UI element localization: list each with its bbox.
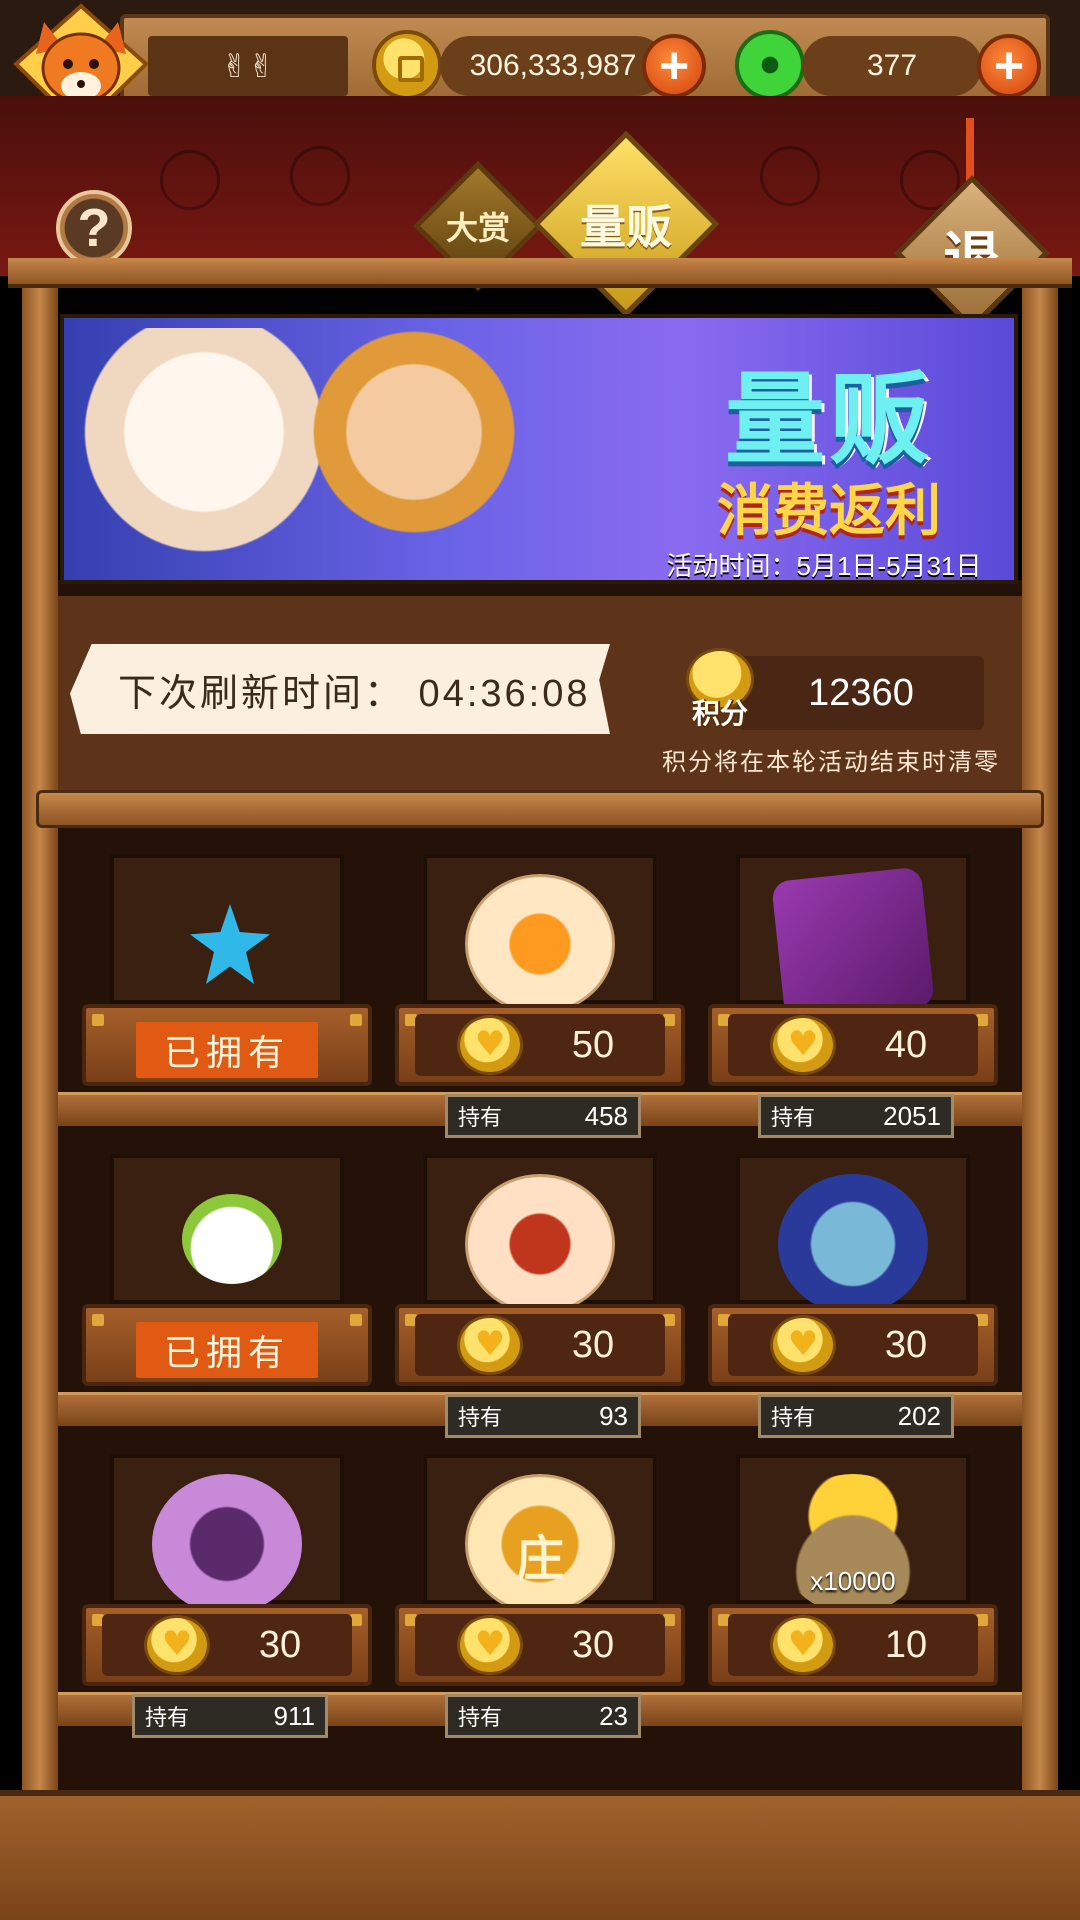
- awning-swirl: [160, 150, 220, 210]
- stock-tag: 持有 911: [132, 1694, 328, 1738]
- points-value: 12360: [738, 656, 984, 730]
- shop-item[interactable]: 30 持有 202: [708, 1154, 998, 1438]
- stock-tag: 持有 458: [445, 1094, 641, 1138]
- jade-gem-icon: [735, 30, 805, 100]
- cabinet-post-right: [1022, 288, 1058, 1818]
- bag-quantity: x10000: [810, 1566, 896, 1596]
- tab-dashang-label: 大赏: [445, 209, 511, 246]
- awning-swirl: [760, 146, 820, 206]
- banner-title: 量贩: [725, 364, 933, 476]
- blue-cube-icon: [778, 1174, 928, 1314]
- points-note: 积分将在本轮活动结束时清零: [662, 749, 1000, 776]
- item-price: 40: [884, 1023, 928, 1066]
- gem-amount: 377: [802, 36, 982, 96]
- banner-warrior-character: [304, 328, 524, 580]
- stock-label: 持有: [458, 1405, 503, 1430]
- stock-tag: 持有 2051: [758, 1094, 954, 1138]
- heart-coin-icon: [457, 1615, 523, 1675]
- banner-date: 活动时间：5月1日-5月31日: [666, 551, 982, 581]
- purple-dice-icon: [771, 866, 935, 1022]
- player-name: ✌✌: [148, 36, 348, 96]
- price-row: 30: [728, 1314, 978, 1376]
- heart-coin-icon: [770, 1615, 836, 1675]
- price-row: 30: [102, 1614, 352, 1676]
- stock-count: 23: [599, 1700, 628, 1731]
- heart-coin-icon: [144, 1615, 210, 1675]
- stock-tag: 持有 202: [758, 1394, 954, 1438]
- fire-rune-icon: [465, 874, 615, 1014]
- item-price: 30: [258, 1623, 302, 1666]
- points-label: 积分: [691, 698, 748, 729]
- refresh-timer: 下次刷新时间： 04:36:08: [70, 644, 610, 734]
- cabinet-base: [0, 1790, 1080, 1920]
- banner-girl-character: [84, 328, 324, 580]
- shop-item[interactable]: 庄 30 持有 23: [395, 1454, 685, 1738]
- coin-amount: 306,333,987: [440, 36, 666, 96]
- shop-item[interactable]: x10000 10: [708, 1454, 998, 1694]
- coin-icon: [372, 30, 442, 100]
- stock-label: 持有: [771, 1105, 816, 1130]
- stock-tag: 持有 93: [445, 1394, 641, 1438]
- stock-tag: 持有 23: [445, 1694, 641, 1738]
- price-row: 10: [728, 1614, 978, 1676]
- badge-glyph: 庄: [515, 1533, 564, 1586]
- mask-orb-icon: [152, 1474, 302, 1614]
- shop-item[interactable]: 已拥有: [82, 854, 372, 1094]
- cabinet-top-beam: [8, 258, 1072, 288]
- stock-label: 持有: [458, 1705, 503, 1730]
- item-price: 30: [884, 1323, 928, 1366]
- heart-coin-icon: [457, 1015, 523, 1075]
- price-row: 50: [415, 1014, 665, 1076]
- stock-count: 458: [584, 1100, 628, 1131]
- points-badge: 积分: [672, 648, 768, 736]
- price-row: 30: [415, 1314, 665, 1376]
- stock-label: 持有: [458, 1105, 503, 1130]
- stock-count: 202: [897, 1400, 941, 1431]
- item-price: 30: [571, 1323, 615, 1366]
- leaf-cat-icon: [182, 1194, 282, 1284]
- stock-label: 持有: [771, 1405, 816, 1430]
- demon-rune-icon: [465, 1174, 615, 1314]
- shop-item[interactable]: 30 持有 911: [82, 1454, 372, 1738]
- stock-count: 93: [599, 1400, 628, 1431]
- banner-subtitle: 消费返利: [717, 479, 941, 542]
- stock-count: 911: [273, 1700, 315, 1731]
- price-row: 30: [415, 1614, 665, 1676]
- shop-item[interactable]: 30 持有 93: [395, 1154, 685, 1438]
- info-shelf-rail: [36, 790, 1044, 828]
- item-price: 10: [884, 1623, 928, 1666]
- shop-item[interactable]: 50 持有 458: [395, 854, 685, 1138]
- awning-swirl: [290, 146, 350, 206]
- owned-badge: 已拥有: [136, 1322, 318, 1378]
- heart-coin-icon: [457, 1315, 523, 1375]
- item-price: 30: [571, 1623, 615, 1666]
- stock-count: 2051: [883, 1100, 941, 1131]
- heart-coin-icon: [770, 1315, 836, 1375]
- help-button[interactable]: ?: [56, 190, 132, 266]
- tab-liangfan-label: 量贩: [580, 201, 672, 253]
- event-banner: 量贩 消费返利 活动时间：5月1日-5月31日: [60, 314, 1018, 584]
- price-row: 40: [728, 1014, 978, 1076]
- item-price: 50: [571, 1023, 615, 1066]
- shop-item[interactable]: 40 持有 2051: [708, 854, 998, 1138]
- coin-bag-icon: x10000: [778, 1474, 928, 1614]
- heart-coin-icon: [770, 1015, 836, 1075]
- shop-item[interactable]: 已拥有: [82, 1154, 372, 1394]
- add-gems-button[interactable]: +: [977, 34, 1041, 98]
- owned-badge: 已拥有: [136, 1022, 318, 1078]
- cabinet-post-left: [22, 288, 58, 1818]
- stock-label: 持有: [145, 1705, 190, 1730]
- add-coins-button[interactable]: +: [642, 34, 706, 98]
- zhuang-badge-icon: 庄: [465, 1474, 615, 1614]
